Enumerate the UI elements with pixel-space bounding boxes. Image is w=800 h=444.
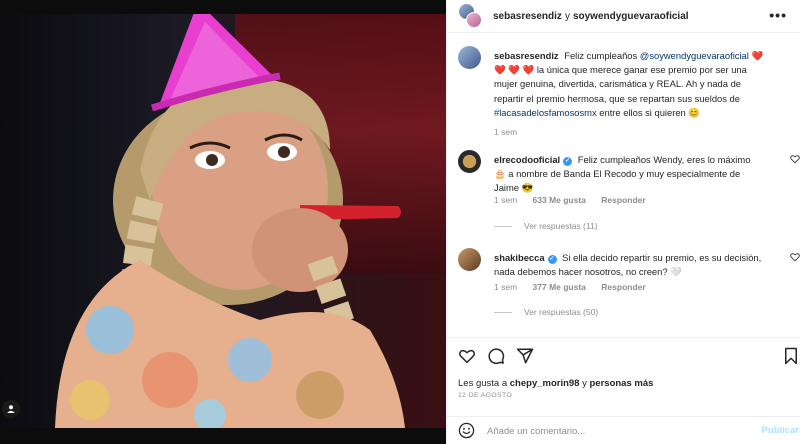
replies-line — [494, 225, 512, 227]
likes-connector: y — [582, 378, 587, 389]
caption-username[interactable]: sebasresendiz — [494, 50, 559, 61]
likes-summary: Les gusta a chepy_morin98 y personas más — [458, 378, 653, 389]
collab-names: sebasresendiz y soywendyguevaraoficial — [493, 11, 689, 22]
post-media[interactable] — [0, 0, 446, 444]
paper-plane-icon[interactable] — [516, 347, 534, 365]
header-divider — [447, 32, 800, 33]
view-replies-button[interactable]: Ver respuestas (50) — [494, 307, 598, 317]
view-replies-label[interactable]: Ver respuestas (11) — [524, 221, 598, 231]
avatar[interactable] — [458, 46, 481, 69]
add-comment-bar: Publicar — [447, 416, 800, 444]
heart-icon[interactable] — [458, 347, 476, 365]
likes-prefix: Les gusta a — [458, 378, 508, 389]
smiley-icon[interactable] — [458, 422, 475, 439]
media-letterbox-bottom — [0, 428, 446, 444]
caption-text: sebasresendiz Feliz cumpleaños @soywendy… — [494, 49, 764, 120]
likes-first-user[interactable]: chepy_morin98 — [510, 378, 580, 389]
replies-line — [494, 311, 512, 313]
actions-divider — [447, 337, 800, 338]
caption-meta: 1 sem — [494, 127, 530, 137]
post-panel: sebasresendiz y soywendyguevaraoficial •••… — [446, 0, 800, 444]
comment-username[interactable]: elrecodooficial — [494, 154, 560, 165]
comment-item: elrecodooficial ✓ Feliz cumpleaños Wendy,… — [458, 150, 800, 235]
view-replies-label[interactable]: Ver respuestas (50) — [524, 307, 598, 317]
likes-others[interactable]: personas más — [590, 378, 654, 389]
action-bar — [447, 344, 800, 370]
caption-emoji: 😊 — [688, 106, 701, 118]
reply-button[interactable]: Responder — [601, 195, 645, 205]
collaborator-link[interactable]: soywendyguevaraoficial — [573, 11, 689, 22]
caption-mention[interactable]: @soywendyguevaraoficial — [640, 50, 749, 61]
verified-badge-icon: ✓ — [563, 157, 573, 166]
reply-button[interactable]: Responder — [601, 282, 645, 292]
comment-like-heart-icon[interactable] — [790, 252, 800, 262]
caption-hashtag[interactable]: #lacasadelosfamososmx — [494, 107, 597, 118]
view-replies-button[interactable]: Ver respuestas (11) — [494, 221, 598, 231]
avatar[interactable] — [458, 150, 481, 173]
comment-item: shakibecca ✓ Si ella decido repartir su p… — [458, 248, 800, 333]
conjunction-text: y — [564, 10, 570, 22]
comment-time[interactable]: 1 sem — [494, 195, 517, 205]
post-header: sebasresendiz y soywendyguevaraoficial ••• — [447, 0, 800, 32]
comment-meta: 1 sem 633 Me gusta Responder — [494, 195, 659, 205]
comment-meta: 1 sem 377 Me gusta Responder — [494, 282, 659, 292]
comment-text: elrecodooficial ✓ Feliz cumpleaños Wendy,… — [494, 153, 764, 196]
verified-badge-icon: ✓ — [547, 255, 557, 264]
comment-likes[interactable]: 377 Me gusta — [533, 282, 586, 292]
comment-time[interactable]: 1 sem — [494, 282, 517, 292]
hand-shape — [252, 208, 348, 292]
bookmark-icon[interactable] — [783, 347, 799, 365]
caption: sebasresendiz Feliz cumpleaños @soywendy… — [458, 46, 788, 137]
caption-text-before: Feliz cumpleaños — [564, 50, 638, 61]
avatar[interactable] — [458, 248, 481, 271]
comments-section: sebasresendiz Feliz cumpleaños @soywendy… — [447, 40, 800, 335]
caption-time[interactable]: 1 sem — [494, 127, 517, 137]
comment-text: shakibecca ✓ Si ella decido repartir su p… — [494, 251, 764, 279]
caption-text-after: entre ellos si quieren — [599, 106, 686, 118]
comment-icon[interactable] — [487, 347, 505, 365]
collab-avatars[interactable] — [458, 3, 482, 29]
more-options-button[interactable]: ••• — [769, 7, 787, 23]
post-date[interactable]: 12 DE AGOSTO — [458, 392, 512, 399]
comment-username[interactable]: shakibecca — [494, 252, 545, 263]
user-tag-icon[interactable] — [2, 400, 20, 418]
comment-input[interactable] — [487, 423, 737, 439]
comment-like-heart-icon[interactable] — [790, 154, 800, 164]
author-link[interactable]: sebasresendiz — [493, 11, 562, 22]
comment-likes[interactable]: 633 Me gusta — [533, 195, 586, 205]
avatar[interactable] — [466, 12, 482, 28]
media-letterbox-top — [0, 0, 446, 14]
party-photo — [55, 2, 405, 442]
publish-button[interactable]: Publicar — [762, 425, 800, 436]
